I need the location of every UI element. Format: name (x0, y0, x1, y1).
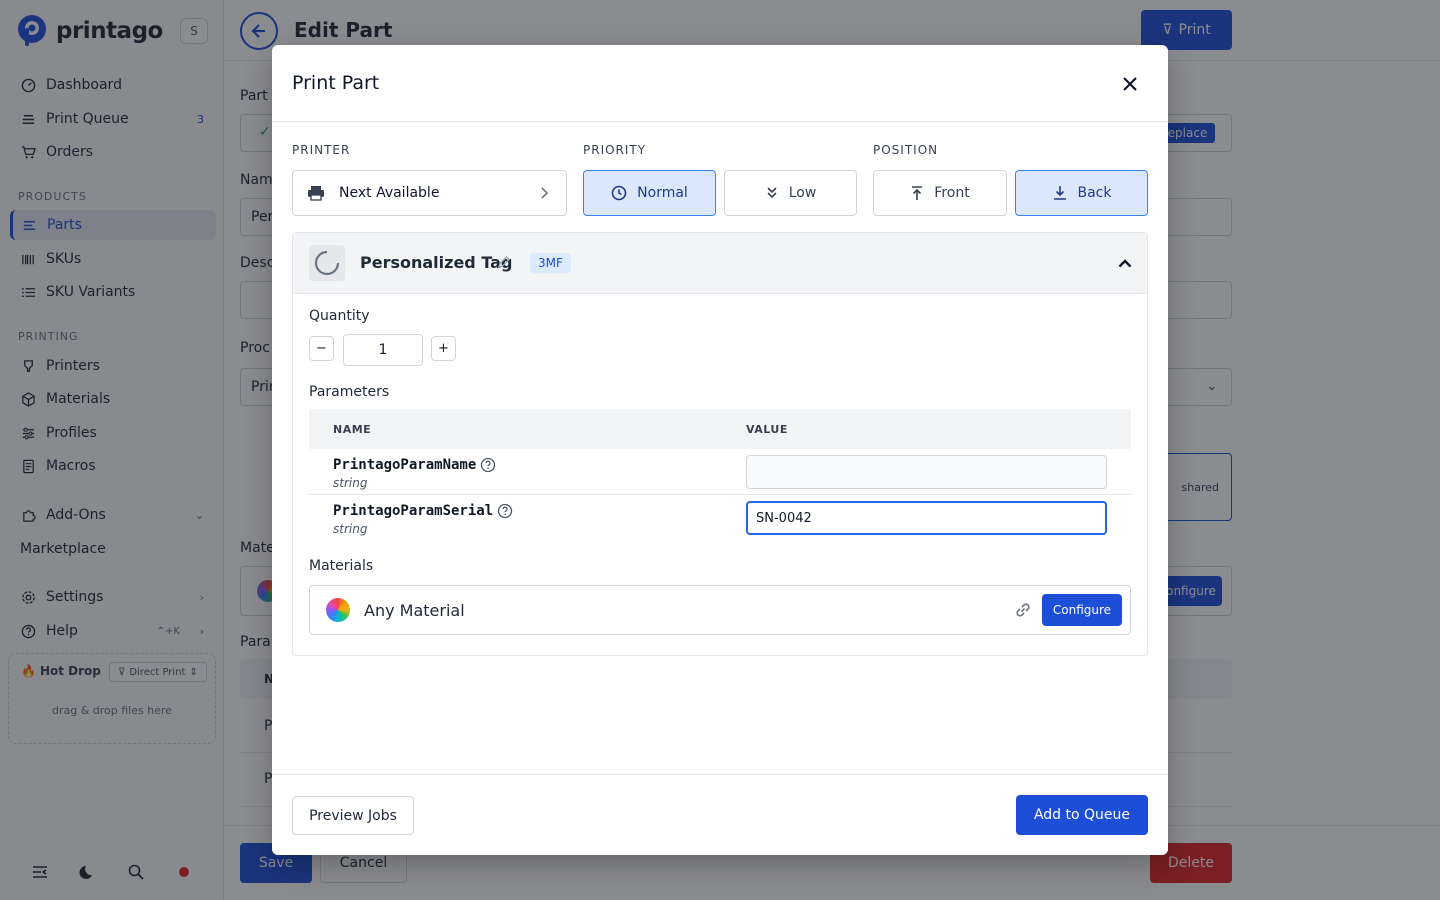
printer-icon (308, 186, 324, 201)
printer-label: PRINTER (292, 143, 351, 157)
double-chevron-down-icon (767, 187, 777, 199)
priority-normal-button[interactable]: Normal (583, 170, 716, 216)
parameter-name: PrintagoParamName (333, 457, 496, 473)
parameter-value-input[interactable] (746, 501, 1107, 535)
priority-low-button[interactable]: Low (724, 170, 857, 216)
pencil-icon[interactable] (497, 255, 511, 269)
material-name: Any Material (364, 601, 465, 620)
chevron-up-icon (1118, 259, 1132, 268)
material-row: Any Material Configure (309, 585, 1131, 635)
position-label: POSITION (873, 143, 939, 157)
help-circle-icon[interactable] (480, 457, 496, 473)
loading-spinner-icon (314, 250, 340, 276)
parameters-label: Parameters (309, 384, 390, 400)
parameters-table: NAME VALUE PrintagoParamName string Prin… (309, 409, 1131, 541)
material-color-swatch (326, 598, 350, 622)
modal-footer: Preview Jobs Add to Queue (272, 774, 1168, 855)
preview-jobs-button[interactable]: Preview Jobs (292, 796, 414, 835)
part-thumbnail (309, 245, 345, 281)
help-circle-icon[interactable] (497, 503, 513, 519)
table-row: PrintagoParamName string (309, 449, 1131, 495)
add-to-queue-button[interactable]: Add to Queue (1016, 795, 1148, 835)
position-front-button[interactable]: Front (873, 170, 1007, 216)
table-row: PrintagoParamSerial string (309, 495, 1131, 541)
chevron-right-icon (541, 187, 549, 199)
quantity-input[interactable] (343, 334, 423, 366)
quantity-increment-button[interactable]: + (431, 336, 456, 361)
clock-icon (611, 185, 627, 201)
table-header: NAME VALUE (309, 409, 1131, 449)
part-card-header[interactable]: Personalized Tag 3MF (293, 233, 1147, 294)
priority-label: PRIORITY (583, 143, 647, 157)
position-back-button[interactable]: Back (1015, 170, 1148, 216)
configure-material-button[interactable]: Configure (1042, 594, 1122, 626)
column-header-name: NAME (333, 423, 372, 436)
printer-value: Next Available (339, 185, 440, 201)
quantity-decrement-button[interactable]: − (309, 336, 334, 361)
close-button[interactable] (1118, 72, 1142, 96)
parameter-name: PrintagoParamSerial (333, 503, 513, 519)
parameter-type: string (333, 522, 368, 536)
file-type-badge: 3MF (530, 253, 571, 273)
arrow-to-top-icon (912, 186, 923, 200)
collapse-button[interactable] (1115, 253, 1135, 273)
parameter-type: string (333, 476, 368, 490)
materials-label: Materials (309, 558, 374, 574)
printer-select[interactable]: Next Available (292, 170, 567, 216)
close-icon (1123, 77, 1137, 91)
parameter-value-input[interactable] (746, 455, 1107, 489)
column-header-value: VALUE (746, 423, 788, 436)
part-name: Personalized Tag (360, 253, 513, 272)
modal-header: Print Part (272, 45, 1168, 122)
quantity-label: Quantity (309, 308, 370, 324)
print-part-modal: Print Part PRINTER PRIORITY POSITION Nex… (272, 45, 1168, 855)
download-icon (1053, 186, 1066, 200)
part-card: Personalized Tag 3MF Quantity − + Parame… (292, 232, 1148, 656)
link-icon[interactable] (1014, 601, 1032, 619)
modal-title: Print Part (292, 72, 380, 94)
